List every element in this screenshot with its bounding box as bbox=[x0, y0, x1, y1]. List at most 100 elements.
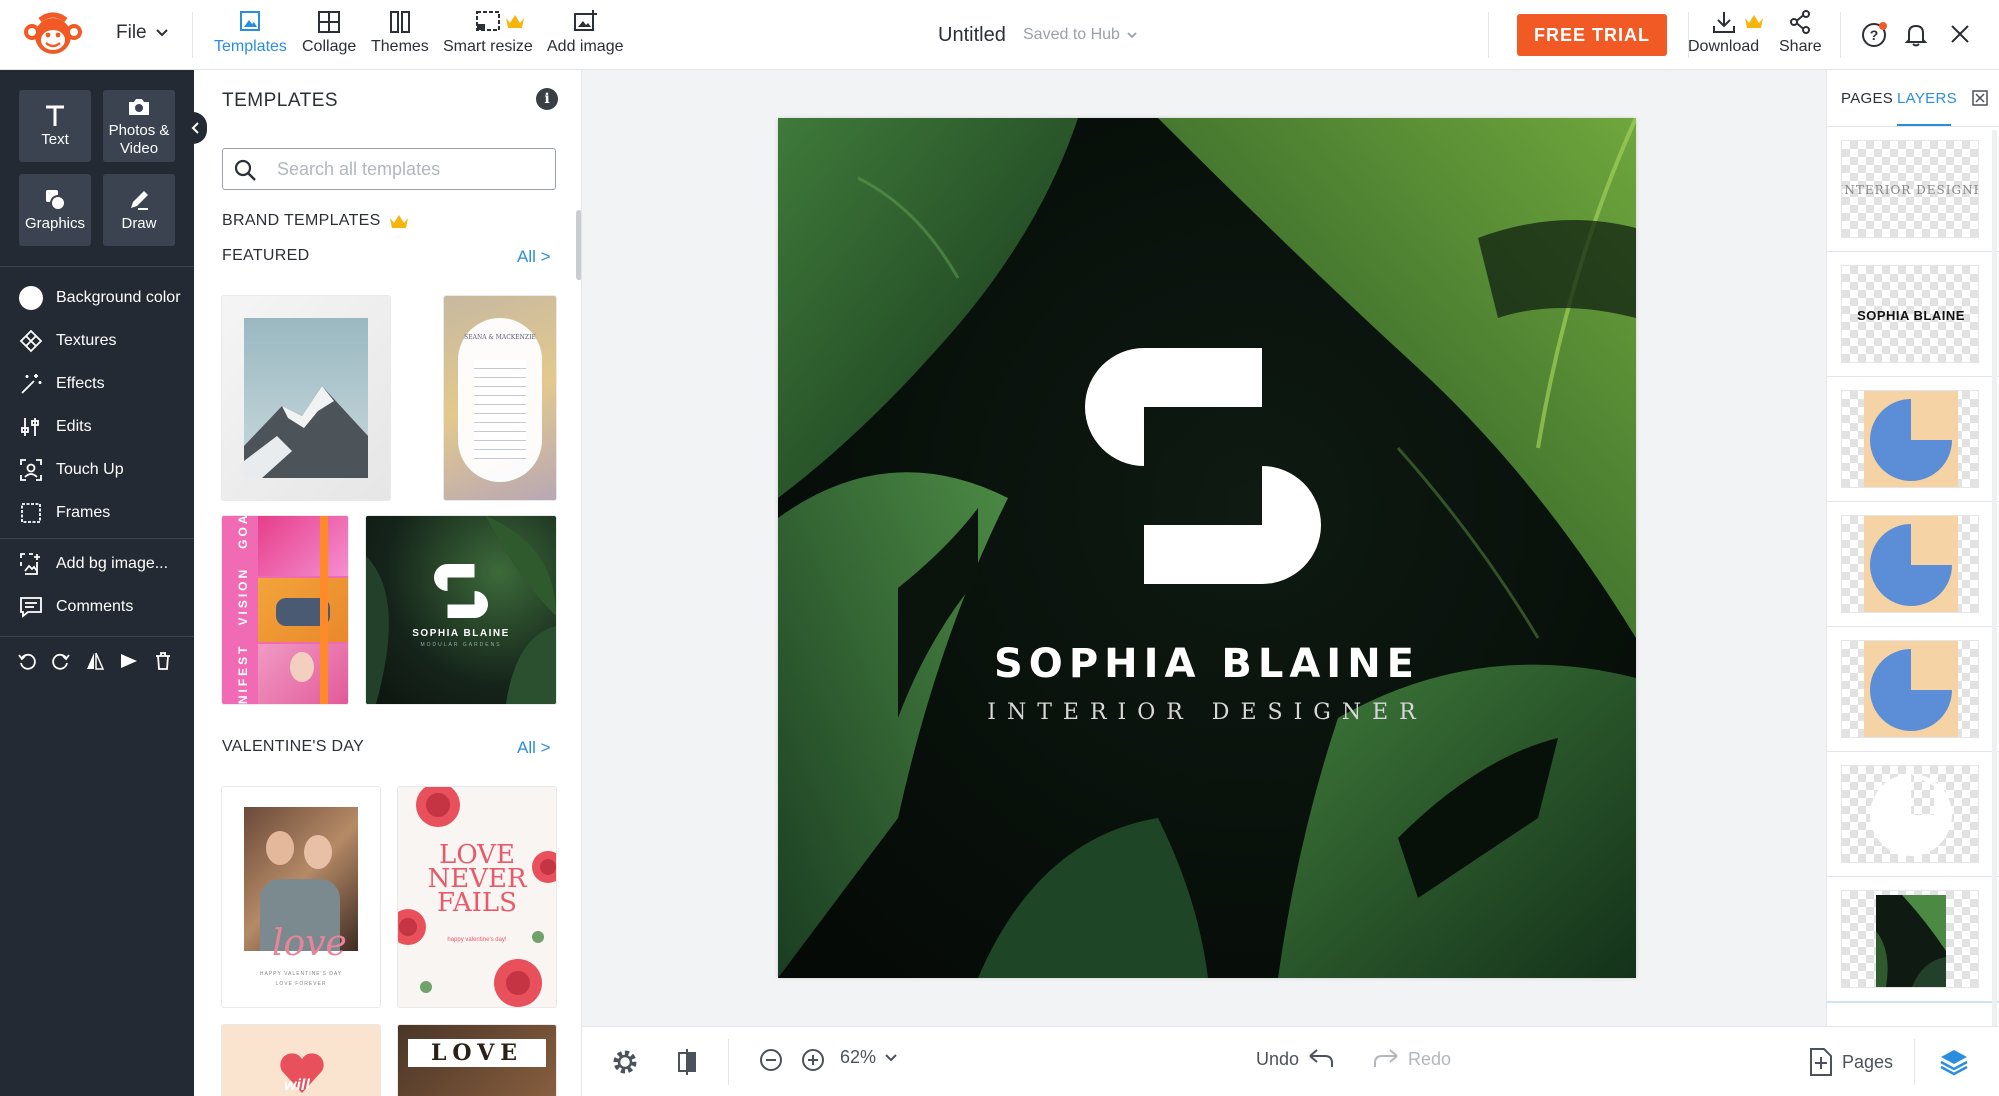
menu-textures[interactable]: Textures bbox=[18, 327, 116, 355]
layer-divider bbox=[1827, 1001, 1999, 1003]
menu-comments[interactable]: Comments bbox=[18, 593, 133, 621]
sidebar-divider bbox=[0, 266, 194, 267]
love-script-text: love bbox=[272, 923, 347, 964]
graphics-button[interactable]: Graphics bbox=[19, 174, 91, 246]
help-button[interactable]: ? bbox=[1858, 18, 1890, 50]
collage-photo-1 bbox=[258, 516, 348, 576]
layer-divider bbox=[1827, 751, 1999, 752]
premium-crown-icon bbox=[1745, 15, 1763, 28]
collapse-panel-button[interactable] bbox=[183, 112, 207, 144]
zoom-level-dropdown[interactable]: 62% bbox=[840, 1047, 898, 1068]
sophia-blaine-card-text: SOPHIA BLAINE bbox=[412, 628, 510, 639]
zoom-in-button[interactable] bbox=[800, 1047, 826, 1073]
bottombar-divider bbox=[1914, 1039, 1915, 1085]
tool-themes-label: Themes bbox=[371, 38, 429, 55]
bottom-toolbar: 62% Undo Redo Pages bbox=[582, 1026, 1999, 1096]
wedding-names-text: SEANA & MACKENZIE bbox=[464, 334, 536, 341]
template-card-will[interactable]: will bbox=[222, 1025, 380, 1096]
flip-horizontal-icon[interactable] bbox=[84, 650, 106, 672]
layer-shape-white[interactable] bbox=[1841, 765, 1979, 863]
menu-frames[interactable]: Frames bbox=[18, 499, 110, 527]
layer-divider bbox=[1827, 251, 1999, 252]
free-trial-button[interactable]: FREE TRIAL bbox=[1517, 14, 1667, 56]
template-search-box bbox=[222, 148, 556, 190]
flip-vertical-icon[interactable] bbox=[118, 650, 140, 672]
menu-effects-label: Effects bbox=[56, 375, 105, 392]
layers-toggle-button[interactable] bbox=[1938, 1047, 1970, 1077]
share-button[interactable]: Share bbox=[1779, 8, 1822, 62]
canvas-settings-button[interactable] bbox=[610, 1047, 640, 1077]
layer-white-shape-preview-icon bbox=[1870, 774, 1952, 856]
template-card-love-banner[interactable]: LOVE bbox=[398, 1025, 556, 1096]
layers-scrollbar[interactable] bbox=[1992, 130, 1997, 1026]
menu-touch-up[interactable]: Touch Up bbox=[18, 456, 124, 484]
rotate-left-icon[interactable] bbox=[16, 650, 38, 672]
brand-name-text[interactable]: SOPHIA BLAINE bbox=[778, 641, 1636, 687]
rotate-right-icon[interactable] bbox=[50, 650, 72, 672]
template-search-input[interactable] bbox=[277, 158, 537, 180]
close-editor-button[interactable] bbox=[1944, 18, 1976, 50]
canvas-area: SOPHIA BLAINE INTERIOR DESIGNER bbox=[582, 70, 1826, 1026]
brand-subtitle-text[interactable]: INTERIOR DESIGNER bbox=[778, 700, 1636, 725]
tool-collage[interactable]: Collage bbox=[302, 8, 356, 62]
menu-background-color-label: Background color bbox=[56, 289, 181, 306]
layer-divider bbox=[1827, 501, 1999, 502]
template-card-love-never-fails[interactable]: LOVE NEVER FAILS happy valentine's day! bbox=[398, 787, 556, 1007]
valentines-all-link[interactable]: All > bbox=[517, 738, 551, 758]
document-title[interactable]: Untitled bbox=[938, 24, 1006, 47]
tool-smart-resize-label: Smart resize bbox=[443, 38, 533, 55]
menu-effects[interactable]: Effects bbox=[18, 370, 105, 398]
close-panel-icon[interactable] bbox=[1972, 90, 1988, 106]
template-card-manifest-collage[interactable]: MANIFEST VISION GOALS bbox=[222, 516, 348, 704]
menu-edits[interactable]: Edits bbox=[18, 413, 92, 441]
draw-button[interactable]: Draw bbox=[103, 174, 175, 246]
toolbar-divider bbox=[192, 12, 193, 58]
design-artboard[interactable]: SOPHIA BLAINE INTERIOR DESIGNER bbox=[778, 118, 1636, 978]
trash-icon[interactable] bbox=[152, 650, 174, 672]
sb-monogram-logo-icon[interactable] bbox=[1085, 348, 1321, 584]
file-menu[interactable]: File bbox=[116, 22, 169, 44]
redo-button[interactable]: Redo bbox=[1372, 1047, 1451, 1071]
layer-shape-3[interactable] bbox=[1841, 640, 1979, 738]
text-tool-button[interactable]: Text bbox=[19, 90, 91, 162]
menu-background-color[interactable]: Background color bbox=[18, 284, 181, 312]
menu-touch-up-label: Touch Up bbox=[56, 461, 124, 478]
info-icon[interactable]: i bbox=[536, 88, 558, 110]
undo-button[interactable]: Undo bbox=[1256, 1047, 1335, 1071]
brand-templates-link[interactable]: BRAND TEMPLATES bbox=[222, 212, 409, 230]
compare-button[interactable] bbox=[672, 1047, 702, 1077]
photos-video-button[interactable]: Photos & Video bbox=[103, 90, 175, 162]
sb-monogram-icon bbox=[434, 564, 488, 618]
template-card-wedding-menu[interactable]: SEANA & MACKENZIE bbox=[444, 296, 556, 500]
layer-interior-designer-text[interactable]: INTERIOR DESIGNE bbox=[1841, 140, 1979, 238]
tool-add-image[interactable]: Add image bbox=[547, 8, 624, 62]
featured-all-link[interactable]: All > bbox=[517, 247, 551, 267]
love-never-fails-text: LOVE NEVER FAILS bbox=[427, 840, 527, 918]
love-never-fails-caption: happy valentine's day! bbox=[447, 937, 507, 943]
notifications-button[interactable] bbox=[1900, 18, 1932, 50]
tab-pages[interactable]: PAGES bbox=[1841, 90, 1893, 107]
zoom-out-button[interactable] bbox=[758, 1047, 784, 1073]
sophia-blaine-card-subtext: MODULAR GARDENS bbox=[420, 642, 502, 648]
layer-divider bbox=[1827, 876, 1999, 877]
layer-sophia-blaine-text[interactable]: SOPHIA BLAINE bbox=[1841, 265, 1979, 363]
picmonkey-logo-icon[interactable] bbox=[18, 10, 88, 60]
layer-shape-preview-icon bbox=[1864, 641, 1958, 737]
saved-status-dropdown[interactable]: Saved to Hub bbox=[1023, 26, 1138, 44]
layer-divider bbox=[1827, 626, 1999, 627]
menu-add-bg-image[interactable]: Add bg image... bbox=[18, 550, 168, 578]
search-icon bbox=[234, 159, 256, 181]
tool-themes[interactable]: Themes bbox=[371, 8, 429, 62]
template-card-valentine-photo[interactable]: love HAPPY VALENTINE'S DAY LOVE FOREVER bbox=[222, 787, 380, 1007]
pages-button[interactable]: Pages bbox=[1808, 1047, 1893, 1077]
template-card-sophia-blaine[interactable]: SOPHIA BLAINE MODULAR GARDENS bbox=[366, 516, 556, 704]
layer-background-photo[interactable] bbox=[1841, 890, 1979, 988]
tool-templates[interactable]: Templates bbox=[214, 8, 287, 62]
template-card-mountain[interactable] bbox=[222, 296, 390, 500]
tab-layers[interactable]: LAYERS bbox=[1897, 90, 1957, 107]
tool-collage-label: Collage bbox=[302, 38, 357, 55]
layer-shape-1[interactable] bbox=[1841, 390, 1979, 488]
layer-shape-2[interactable] bbox=[1841, 515, 1979, 613]
will-text: will bbox=[284, 1077, 310, 1094]
zoom-out-icon bbox=[760, 1049, 782, 1071]
